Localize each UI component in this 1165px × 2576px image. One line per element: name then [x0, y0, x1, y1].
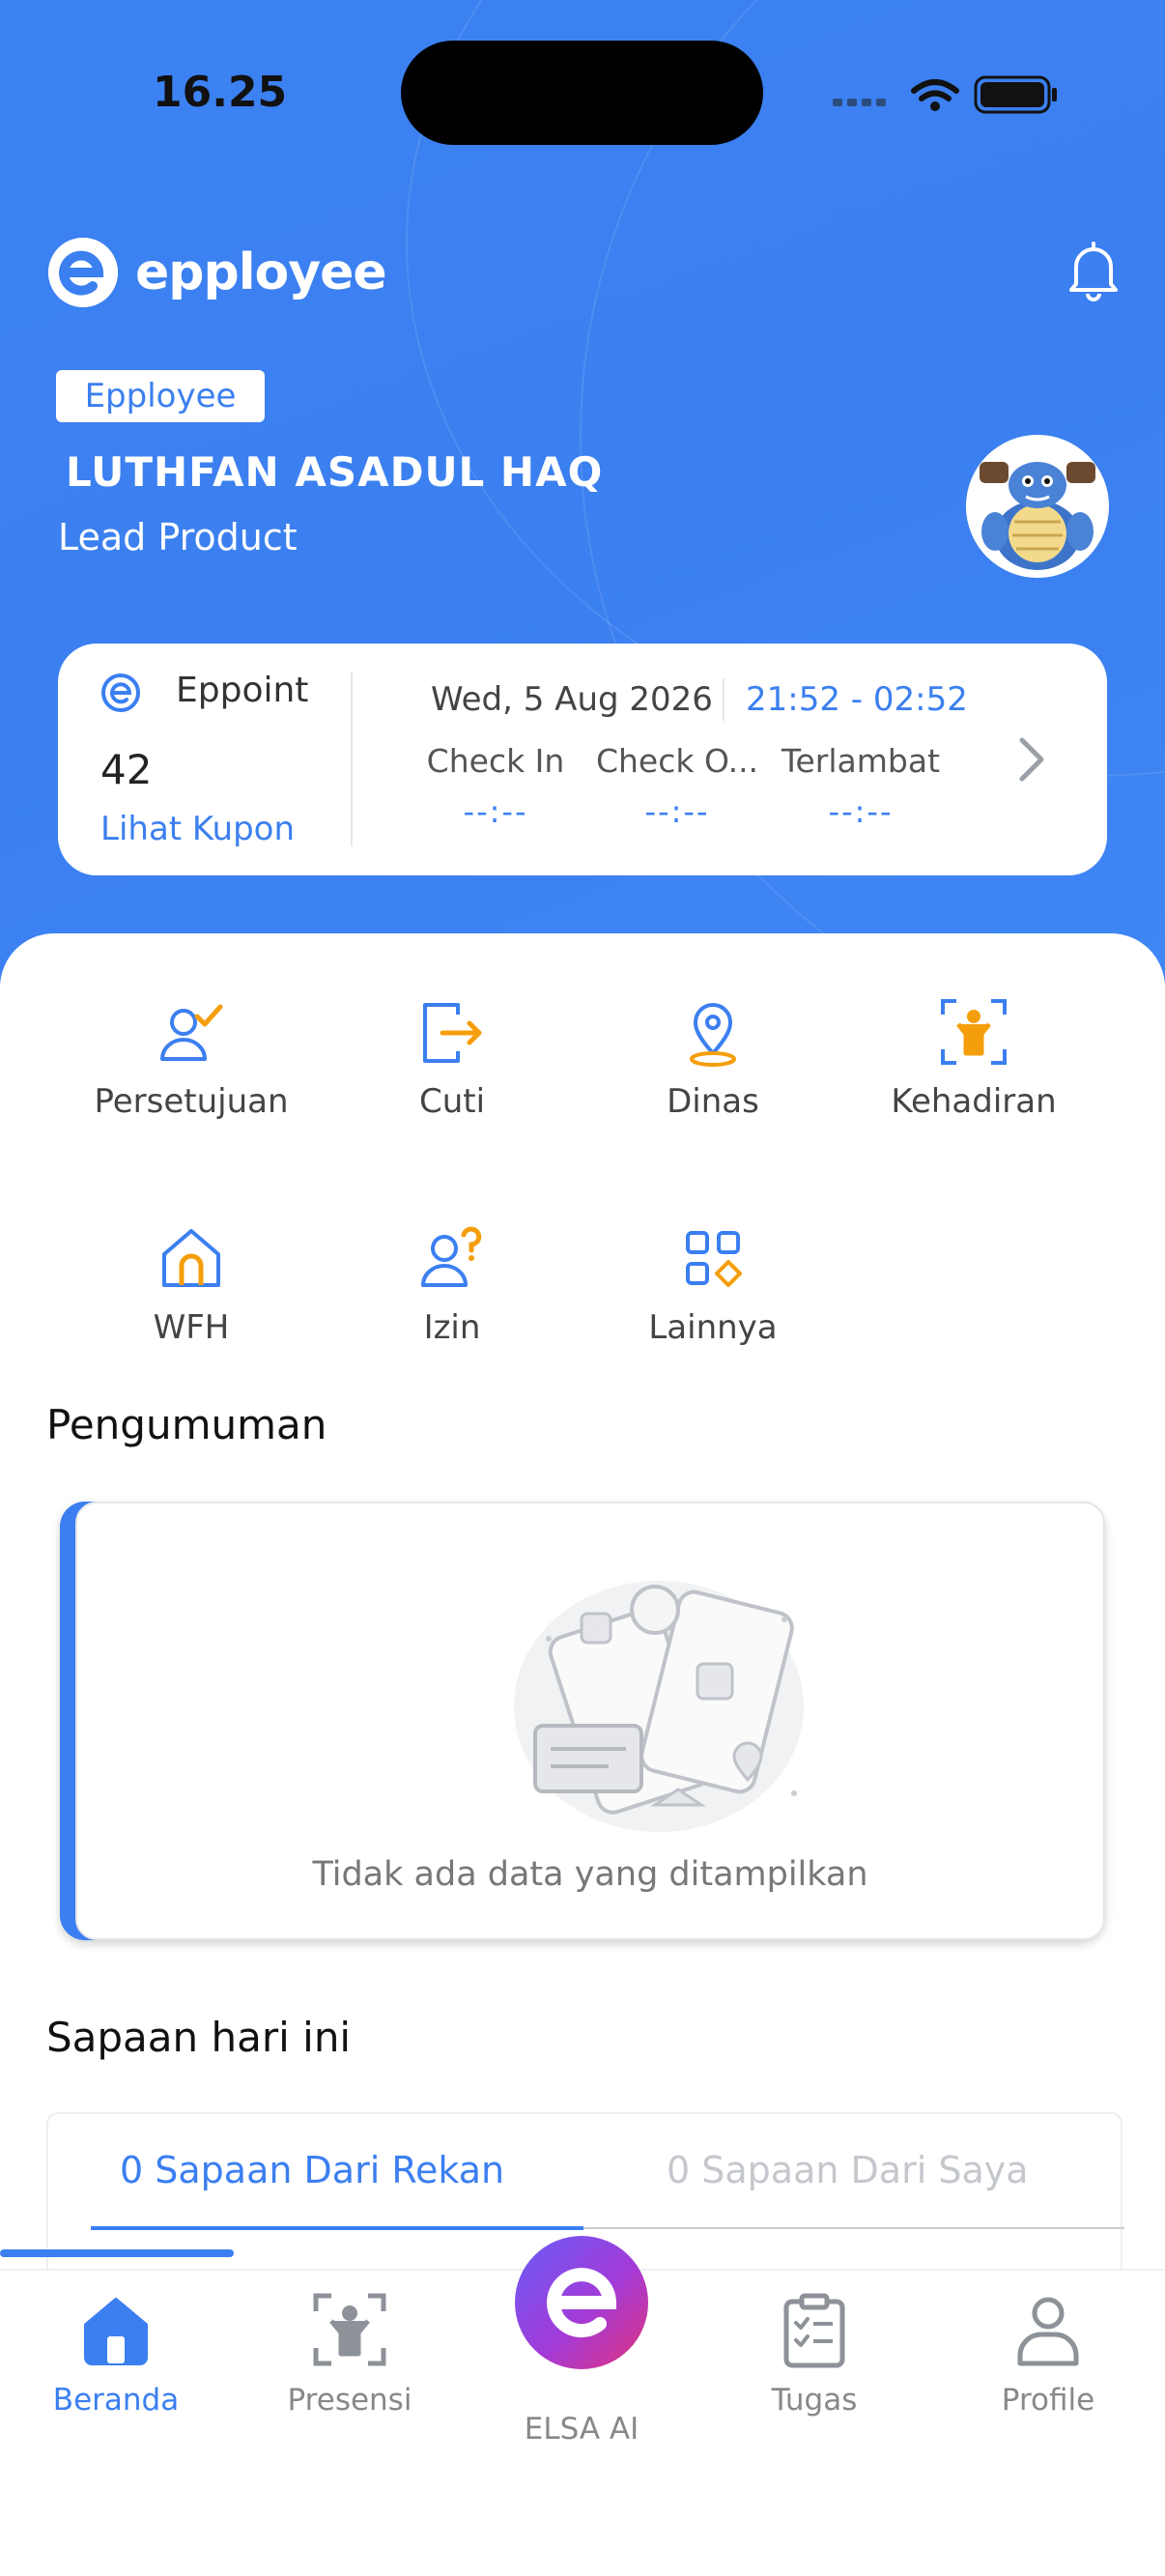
- leave-icon: [415, 995, 489, 1069]
- nav-beranda[interactable]: Beranda: [19, 2290, 213, 2418]
- dynamic-island: [401, 41, 763, 145]
- date-separator: [723, 678, 725, 721]
- nav-label: Presensi: [287, 2383, 412, 2418]
- check-in-column: Check In --:--: [413, 742, 578, 830]
- approval-icon: [155, 995, 228, 1069]
- menu-dinas[interactable]: Dinas: [582, 995, 843, 1121]
- late-label: Terlambat: [781, 742, 941, 780]
- check-out-value: --:--: [644, 793, 710, 830]
- attendance-scan-icon: [937, 995, 1010, 1069]
- menu-persetujuan[interactable]: Persetujuan: [61, 995, 322, 1121]
- nav-label: Tugas: [771, 2383, 858, 2418]
- nav-elsa-ai[interactable]: ELSA AI: [485, 2412, 678, 2447]
- brand-name: epployee: [135, 243, 387, 301]
- view-coupon-link[interactable]: Lihat Kupon: [100, 810, 295, 848]
- eppoint-icon: [100, 673, 141, 713]
- menu-wfh[interactable]: WFH: [61, 1221, 322, 1347]
- active-tab-indicator: [91, 2226, 583, 2230]
- tab-divider: [583, 2227, 1124, 2229]
- nav-presensi[interactable]: Presensi: [253, 2290, 446, 2418]
- menu-label: Izin: [423, 1308, 481, 1347]
- tab-from-me[interactable]: 0 Sapaan Dari Saya: [667, 2149, 1029, 2191]
- late-column: Terlambat --:--: [779, 742, 943, 830]
- chevron-right-icon[interactable]: [1012, 732, 1051, 787]
- announcement-empty-state: Tidak ada data yang ditampilkan: [75, 1502, 1105, 1940]
- greetings-title: Sapaan hari ini: [46, 2014, 352, 2061]
- menu-label: Dinas: [667, 1082, 759, 1121]
- card-divider: [351, 673, 353, 846]
- profile-icon: [1009, 2290, 1088, 2369]
- menu-label: Kehadiran: [891, 1082, 1057, 1121]
- epployee-logo-icon: [48, 238, 118, 307]
- check-in-value: --:--: [463, 793, 528, 830]
- elsa-ai-icon[interactable]: [515, 2236, 648, 2369]
- notification-bell-icon[interactable]: [1066, 242, 1121, 301]
- menu-label: Persetujuan: [94, 1082, 289, 1121]
- menu-label: WFH: [153, 1308, 230, 1347]
- menu-cuti[interactable]: Cuti: [322, 995, 582, 1121]
- status-icons: [833, 70, 1065, 118]
- nav-tugas[interactable]: Tugas: [718, 2290, 911, 2418]
- menu-label: Cuti: [418, 1082, 486, 1121]
- announcement-card: Tidak ada data yang ditampilkan: [60, 1502, 1105, 1940]
- attendance-date: Wed, 5 Aug 2026: [431, 680, 713, 719]
- signal-icon: [833, 99, 886, 106]
- menu-kehadiran[interactable]: Kehadiran: [843, 995, 1104, 1121]
- status-time: 16.25: [153, 68, 288, 117]
- more-grid-icon: [676, 1221, 750, 1295]
- late-value: --:--: [828, 793, 894, 830]
- permission-icon: [415, 1221, 489, 1295]
- check-out-label: Check O...: [595, 742, 759, 780]
- check-in-label: Check In: [426, 742, 565, 780]
- nav-label: Beranda: [52, 2383, 180, 2418]
- presence-icon: [310, 2290, 389, 2369]
- nav-label: Profile: [1001, 2383, 1095, 2418]
- brand: epployee: [48, 236, 387, 309]
- home-icon: [155, 1221, 228, 1295]
- scroll-indicator: [0, 2249, 234, 2257]
- eppoint-points: 42: [100, 746, 153, 793]
- home-filled-icon: [76, 2290, 156, 2369]
- menu-label: Lainnya: [648, 1308, 778, 1347]
- nav-label: ELSA AI: [524, 2412, 639, 2447]
- menu-lainnya[interactable]: Lainnya: [582, 1221, 843, 1347]
- empty-state-illustration: [495, 1552, 842, 1842]
- location-pin-icon: [676, 995, 750, 1069]
- battery-icon: [974, 75, 1057, 114]
- user-role: Lead Product: [58, 516, 298, 558]
- check-out-column: Check O... --:--: [595, 742, 759, 830]
- shift-time-range: 21:52 - 02:52: [746, 680, 968, 719]
- tasks-clipboard-icon: [775, 2290, 854, 2369]
- tab-from-colleagues[interactable]: 0 Sapaan Dari Rekan: [120, 2149, 504, 2191]
- nav-profile[interactable]: Profile: [952, 2290, 1145, 2418]
- summary-card[interactable]: Eppoint 42 Lihat Kupon Wed, 5 Aug 2026 2…: [58, 644, 1107, 875]
- company-badge: Epployee: [56, 370, 265, 422]
- empty-state-text: Tidak ada data yang ditampilkan: [312, 1855, 868, 1894]
- wifi-icon: [911, 79, 959, 101]
- menu-izin[interactable]: Izin: [322, 1221, 582, 1347]
- announcements-title: Pengumuman: [46, 1401, 327, 1448]
- eppoint-title: Eppoint: [176, 671, 309, 710]
- user-name: LUTHFAN ASADUL HAQ: [66, 448, 604, 496]
- avatar[interactable]: [966, 435, 1109, 578]
